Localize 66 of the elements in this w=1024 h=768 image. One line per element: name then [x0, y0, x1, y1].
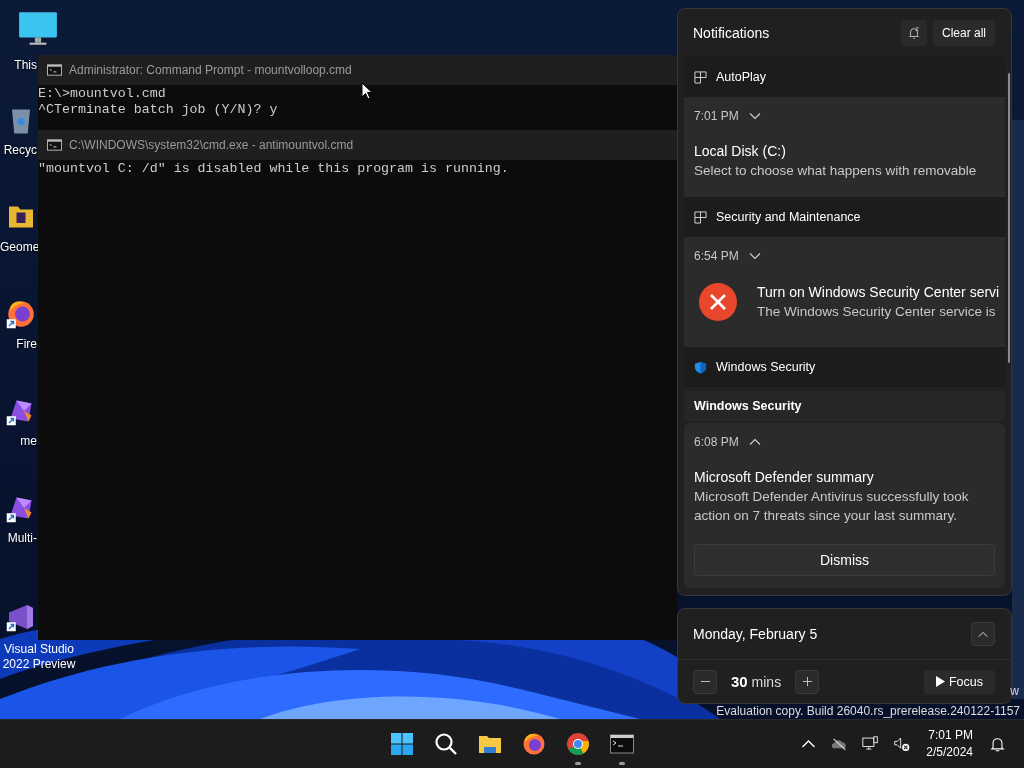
- browser-icon[interactable]: [522, 732, 546, 756]
- console-icon: [47, 139, 62, 151]
- group-header[interactable]: Windows Security: [684, 347, 1005, 387]
- notification-title: Microsoft Defender summary: [694, 468, 875, 487]
- console-line: "mountvol C: /d" is disabled while this program is running.: [38, 161, 509, 177]
- network-icon[interactable]: [862, 736, 880, 752]
- cloud-icon[interactable]: [831, 736, 849, 752]
- desktop-text: w: [1010, 684, 1019, 698]
- icon-label: Geome: [0, 240, 37, 254]
- increase-button[interactable]: [795, 669, 820, 694]
- app-icon: [694, 210, 707, 224]
- focus-button[interactable]: Focus: [923, 669, 995, 694]
- panel-title: Notifications: [693, 25, 771, 41]
- scroll-bar[interactable]: [1008, 73, 1010, 363]
- window-title: Administrator: Command Prompt - mountvolloop.cmd: [69, 63, 352, 77]
- calendar-date: Monday, February 5: [693, 626, 819, 642]
- snooze-bell-icon: [907, 26, 921, 40]
- dismiss-button[interactable]: Dismiss: [694, 544, 995, 576]
- notification-text: Microsoft Defender Antivirus successfully took action on 7 threats since your last summary.: [694, 488, 970, 525]
- notification-time: 7:01 PM: [694, 109, 739, 123]
- play-icon: [935, 676, 945, 687]
- notification-time: 6:54 PM: [694, 249, 739, 263]
- speaker-muted-icon[interactable]: [893, 736, 911, 752]
- notification-card[interactable]: 7:01 PM Local Disk (C:) Select to choose what happens with removable: [684, 97, 1005, 197]
- group-header[interactable]: Security and Maintenance: [684, 197, 1005, 237]
- icon-label: Multi-: [6, 531, 37, 545]
- icon-label: Visual Studio 2022 Preview: [1, 642, 77, 672]
- console-line: ^CTerminate batch job (Y/N)? y: [38, 102, 278, 118]
- cursor-icon: [361, 82, 373, 100]
- icon-label: Recyc: [2, 143, 37, 157]
- notification-text: The Windows Security Center service is: [757, 303, 997, 321]
- notification-card[interactable]: 6:08 PM Microsoft Defender summary Microsoft Defender Antivirus successfully took action on 7 threats since your last summary. Dismiss: [684, 423, 1005, 588]
- notification-title: Local Disk (C:): [694, 142, 787, 161]
- app-icon: [694, 70, 707, 84]
- terminal-icon[interactable]: [610, 732, 634, 756]
- browser-icon[interactable]: [6, 299, 36, 329]
- chevron-icon: [978, 630, 988, 638]
- browser-icon[interactable]: [566, 732, 590, 756]
- shield-icon: [694, 360, 707, 374]
- bell-icon[interactable]: [989, 736, 1006, 752]
- search-icon[interactable]: [434, 732, 458, 756]
- do-not-disturb-button[interactable]: [901, 20, 927, 46]
- notification-time: 6:08 PM: [694, 435, 739, 449]
- collapse-button[interactable]: [971, 622, 995, 646]
- clock-button[interactable]: 7:01 PM 2/5/2024: [924, 727, 975, 761]
- chevron-icon[interactable]: [748, 112, 761, 120]
- plus-icon: [801, 676, 813, 687]
- notification-card[interactable]: 6:54 PM Turn on Windows Security Center servi The Windows Security Center service is: [684, 237, 1005, 347]
- focus-duration: 30 mins: [731, 673, 782, 690]
- icon-label: This: [13, 58, 37, 72]
- start-icon[interactable]: [390, 732, 414, 756]
- console-icon: [47, 64, 62, 76]
- error-icon: [699, 283, 737, 321]
- notification-text: Select to choose what happens with removable: [694, 162, 977, 180]
- chevron-icon[interactable]: [748, 438, 761, 446]
- group-subheader: Windows Security: [684, 391, 1005, 421]
- app-icon[interactable]: [6, 602, 36, 632]
- icon-label: me: [19, 434, 37, 448]
- notification-title: Turn on Windows Security Center servi: [757, 283, 1000, 302]
- desktop-text: Evaluation copy. Build 26040.rs_prerelease.240122-1157: [716, 704, 1020, 718]
- console-line: E:\>mountvol.cmd: [38, 86, 166, 102]
- clear-all-button[interactable]: Clear all: [933, 20, 995, 46]
- chevron-icon[interactable]: [748, 252, 761, 260]
- window-title: C:\WINDOWS\system32\cmd.exe - antimountvol.cmd: [69, 138, 354, 152]
- icon-label: Fire: [15, 337, 37, 351]
- group-header[interactable]: AutoPlay: [684, 57, 1005, 97]
